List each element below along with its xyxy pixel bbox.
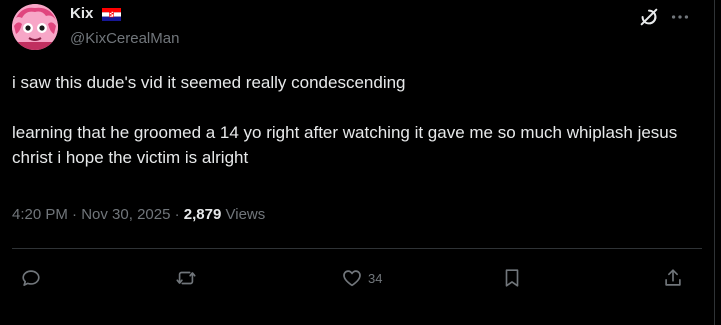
post-metadata: 4:20 PM · Nov 30, 2025 · 2,879 Views (12, 205, 265, 225)
column-border (714, 0, 715, 325)
meta-separator: · (72, 206, 82, 223)
views-label: Views (225, 206, 266, 223)
bookmark-icon (505, 269, 519, 287)
reply-button[interactable] (20, 266, 47, 290)
post-body: i saw this dude's vid it seemed really c… (12, 70, 702, 170)
post-text-line: i saw this dude's vid it seemed really c… (12, 73, 406, 92)
like-button[interactable]: 34 (341, 266, 382, 290)
author-handle[interactable]: @KixCerealMan (70, 29, 179, 49)
meta-separator: · (174, 206, 184, 223)
heart-icon (343, 270, 361, 287)
post-date[interactable]: Nov 30, 2025 (81, 206, 170, 223)
share-button[interactable] (662, 266, 684, 290)
reply-icon (22, 270, 40, 286)
grok-icon[interactable] (638, 6, 660, 28)
views-count: 2,879 (183, 206, 222, 223)
action-bar-divider (12, 248, 702, 249)
post-time[interactable]: 4:20 PM (12, 206, 68, 223)
avatar[interactable] (12, 4, 58, 50)
like-count: 34 (368, 270, 383, 286)
avatar-image (12, 4, 58, 50)
repost-button[interactable] (175, 266, 202, 290)
share-icon (665, 269, 681, 286)
author-display-name[interactable]: Kix (70, 4, 93, 24)
post-card: Kix @KixCerealMan i saw this dude's vid … (0, 0, 714, 325)
post-text-line: learning that he groomed a 14 yo right a… (12, 123, 678, 167)
repost-icon (176, 271, 196, 285)
croatia-flag-icon (102, 8, 121, 21)
more-icon[interactable] (669, 6, 691, 28)
bookmark-button[interactable] (501, 266, 523, 290)
